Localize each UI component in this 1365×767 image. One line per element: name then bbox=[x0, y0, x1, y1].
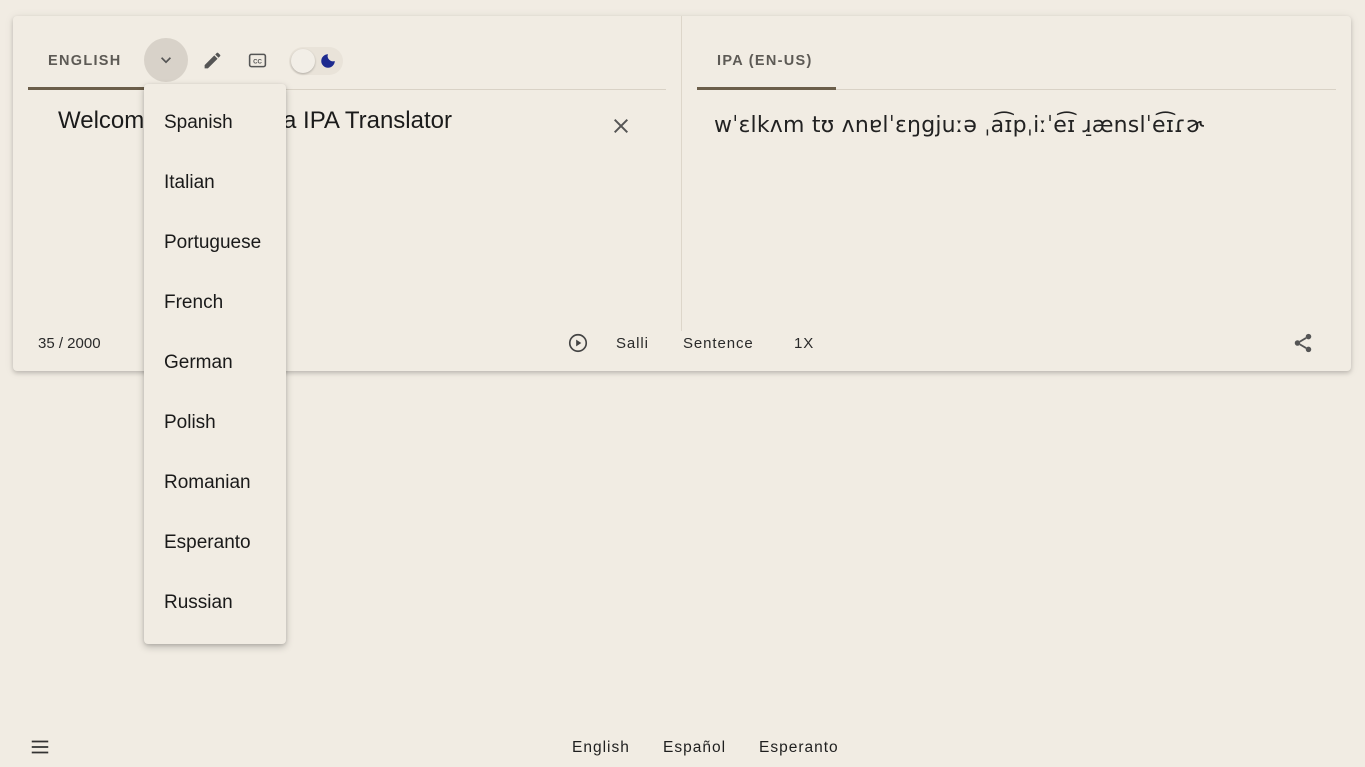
svg-text:CC: CC bbox=[253, 58, 262, 65]
language-dropdown-button[interactable] bbox=[144, 38, 188, 82]
close-icon bbox=[614, 119, 628, 133]
pane-divider bbox=[681, 16, 682, 331]
language-dropdown-menu: Spanish Italian Portuguese French German… bbox=[144, 84, 286, 644]
tab-ipa[interactable]: IPA (EN-US) bbox=[717, 53, 813, 69]
edit-button[interactable] bbox=[190, 38, 234, 82]
share-button[interactable] bbox=[1292, 332, 1314, 358]
closed-captions-icon: CC bbox=[248, 53, 266, 67]
ipa-output: wˈɛlkʌm tʊ ʌnɐlˈɛŋgjuːə ˌa͡ɪpˌiːˈe͡ɪ ɹ̠æ… bbox=[714, 113, 1205, 138]
tab-english[interactable]: ENGLISH bbox=[48, 53, 122, 69]
menu-item-russian[interactable]: Russian bbox=[144, 573, 286, 633]
tab-english-indicator bbox=[28, 87, 146, 90]
menu-item-romanian[interactable]: Romanian bbox=[144, 453, 286, 513]
menu-button[interactable] bbox=[29, 736, 53, 760]
play-circle-icon bbox=[568, 333, 588, 353]
menu-item-italian[interactable]: Italian bbox=[144, 153, 286, 213]
char-counter: 35 / 2000 bbox=[38, 335, 101, 352]
clear-button[interactable] bbox=[609, 114, 633, 138]
menu-item-esperanto[interactable]: Esperanto bbox=[144, 513, 286, 573]
captions-button[interactable]: CC bbox=[235, 38, 279, 82]
moon-icon bbox=[321, 54, 335, 68]
nav-esperanto[interactable]: Esperanto bbox=[759, 739, 839, 757]
nav-english[interactable]: English bbox=[572, 739, 630, 757]
nav-espanol[interactable]: Español bbox=[663, 739, 726, 757]
share-icon bbox=[1294, 333, 1312, 353]
menu-item-french[interactable]: French bbox=[144, 273, 286, 333]
target-header-divider bbox=[836, 89, 1336, 90]
chevron-down-icon bbox=[161, 57, 171, 64]
hamburger-menu-icon bbox=[31, 740, 49, 754]
toggle-knob bbox=[291, 49, 315, 73]
voice-selector[interactable]: Salli bbox=[616, 335, 649, 352]
mode-selector[interactable]: Sentence bbox=[683, 335, 754, 352]
pencil-icon bbox=[204, 52, 220, 68]
tab-ipa-indicator bbox=[697, 87, 836, 90]
theme-toggle[interactable] bbox=[289, 47, 343, 75]
menu-item-portuguese[interactable]: Portuguese bbox=[144, 213, 286, 273]
speed-selector[interactable]: 1X bbox=[794, 335, 814, 352]
menu-item-polish[interactable]: Polish bbox=[144, 393, 286, 453]
play-button[interactable] bbox=[567, 332, 589, 358]
menu-item-spanish[interactable]: Spanish bbox=[144, 93, 286, 153]
menu-item-german[interactable]: German bbox=[144, 333, 286, 393]
